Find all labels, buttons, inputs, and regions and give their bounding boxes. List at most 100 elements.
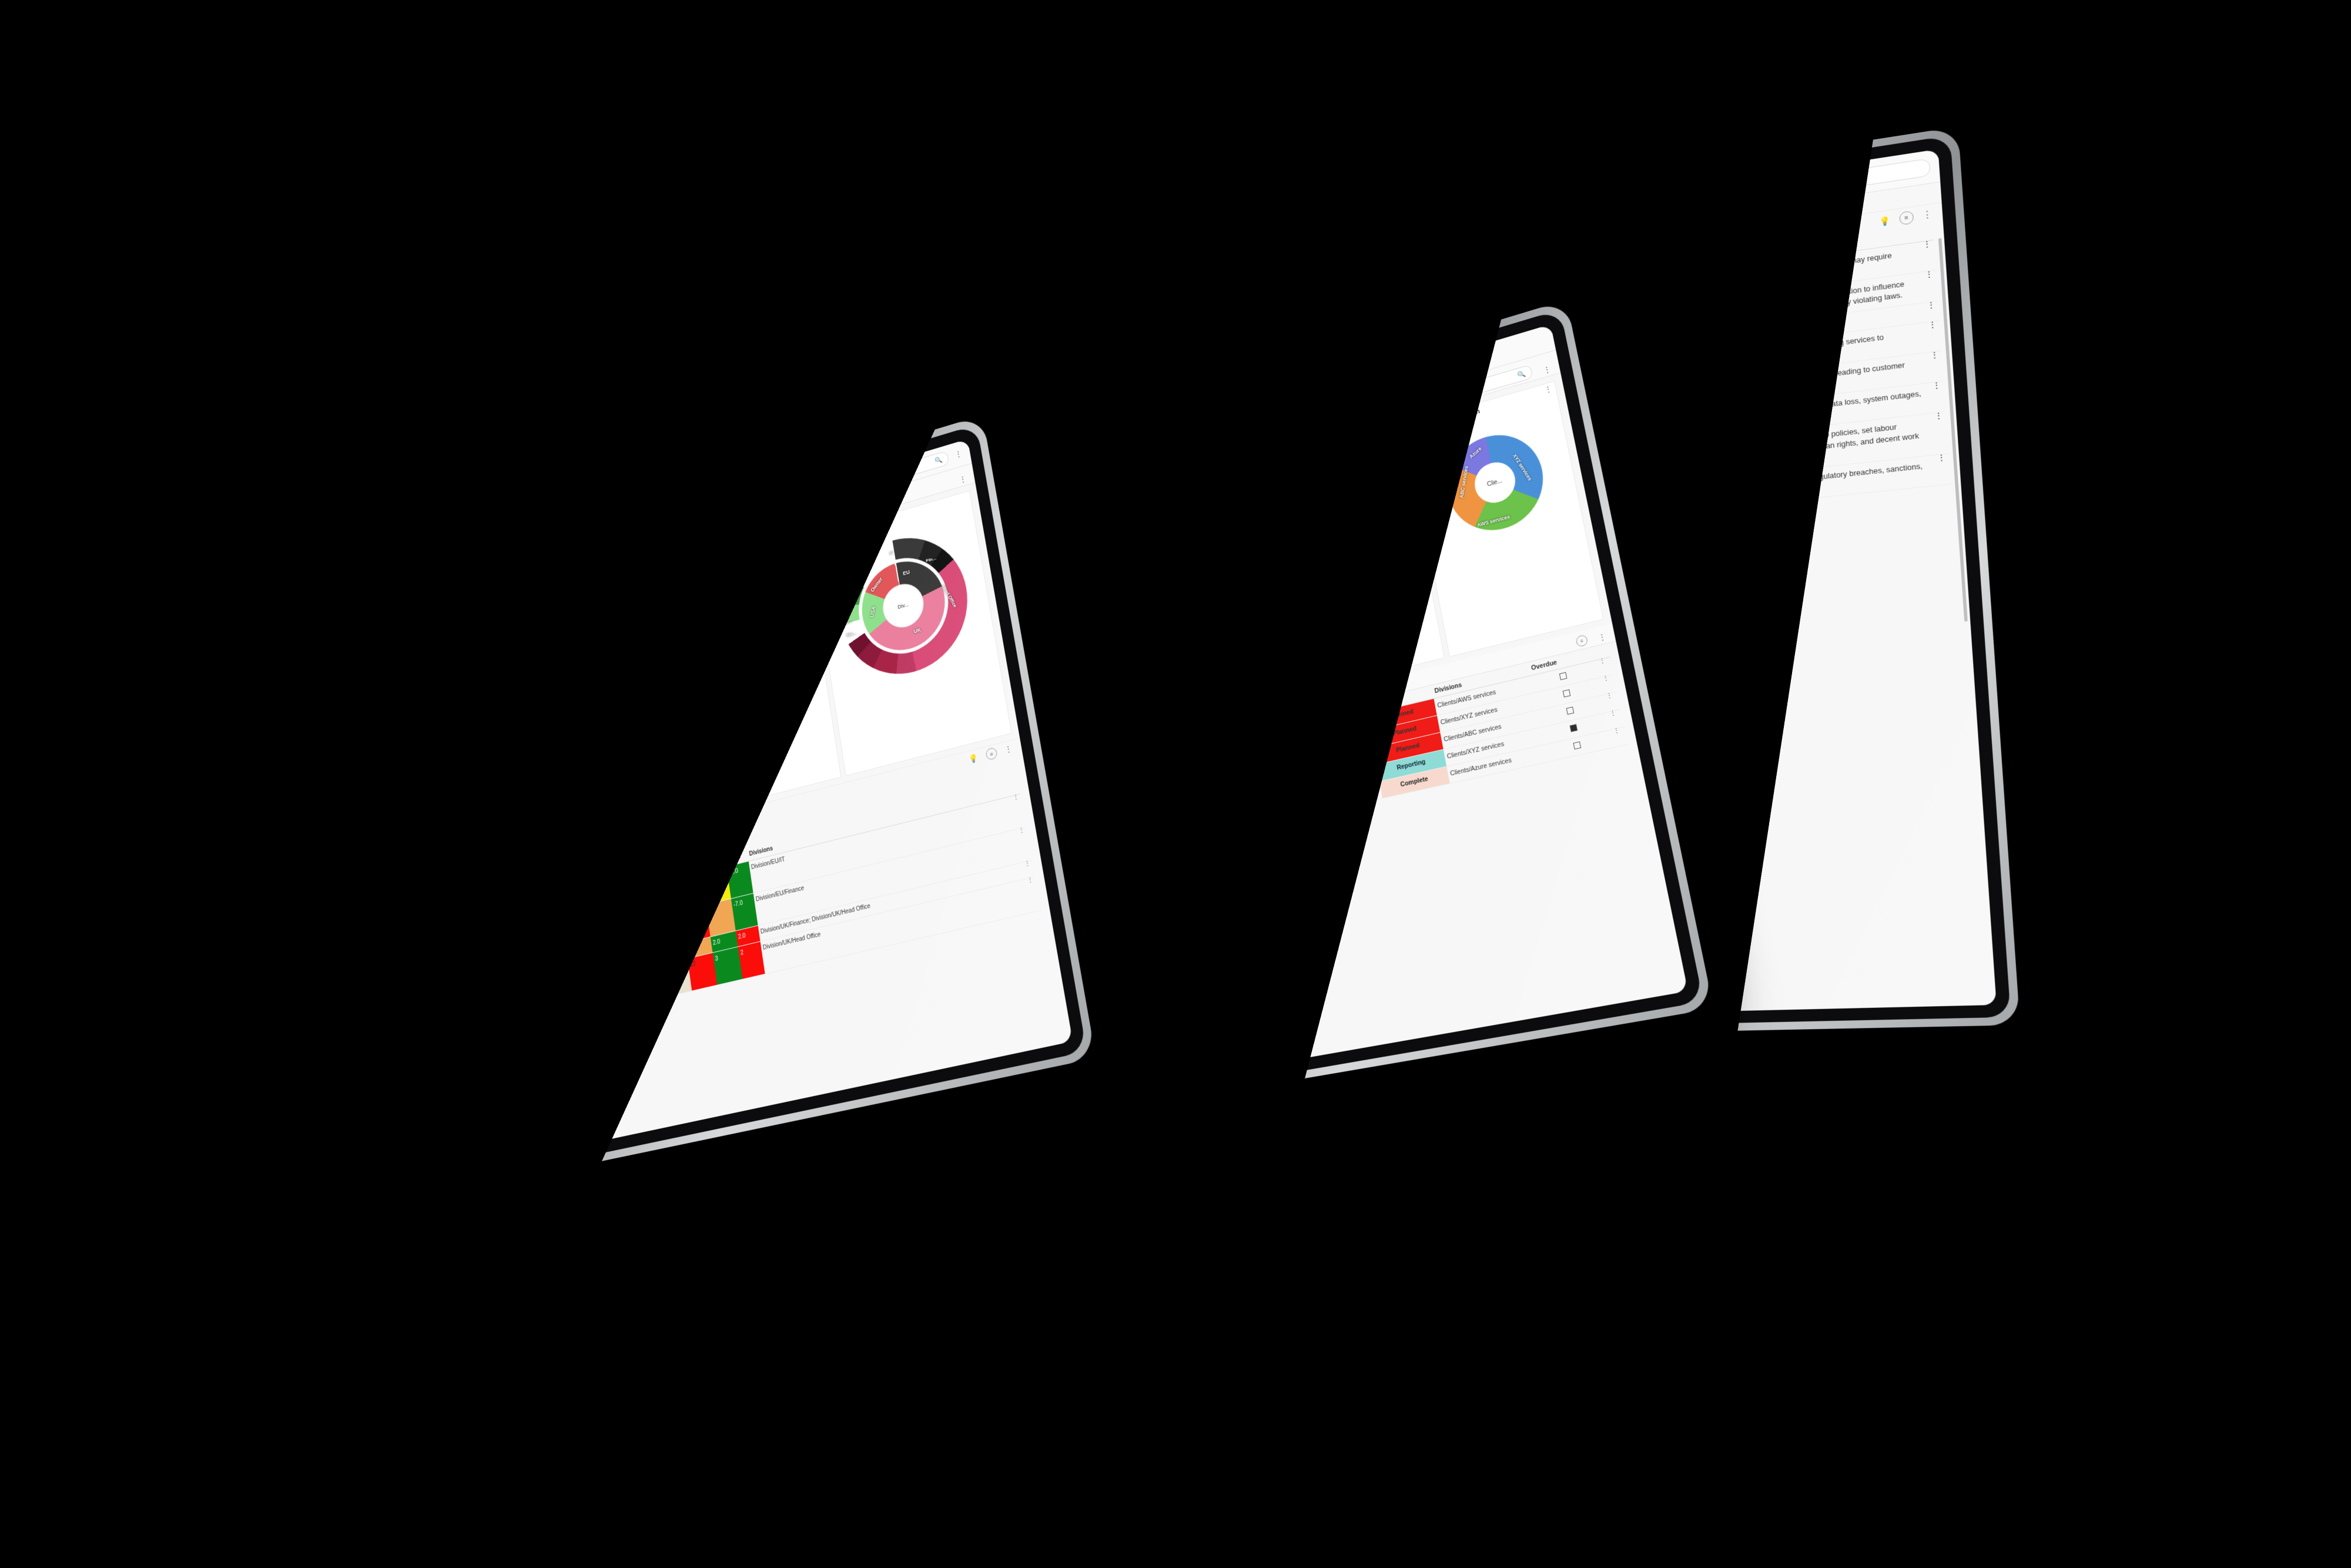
row-more-icon[interactable]: ⋮: [1931, 411, 1948, 455]
row-more-icon[interactable]: ⋮: [1934, 452, 1951, 486]
inherent-point[interactable]: 15: [438, 691, 446, 699]
sunburst-label-uk: UK: [913, 626, 922, 635]
col-divisions[interactable]: Divisions: [746, 776, 1011, 862]
more-icon[interactable]: ⋮: [1598, 632, 1607, 645]
overdue-checkbox[interactable]: [1573, 741, 1582, 750]
inherent-point[interactable]: 27: [384, 723, 391, 732]
risk-owner-pie[interactable]: [491, 629, 615, 780]
cell-residual: 4.0: [701, 866, 731, 905]
row-more-icon[interactable]: ⋮: [1600, 692, 1621, 713]
bell-icon[interactable]: 🔔: [1363, 414, 1374, 428]
mail-icon[interactable]: ✉: [1382, 411, 1390, 424]
bar[interactable]: [685, 615, 695, 628]
inherent-point[interactable]: 33: [395, 735, 401, 743]
residual-point[interactable]: 30: [423, 741, 430, 751]
add-button[interactable]: +: [810, 487, 825, 505]
search-input[interactable]: Search... 🔍: [1421, 364, 1533, 410]
overdue-checkbox-checked[interactable]: [1569, 723, 1578, 732]
inherent-point[interactable]: 26: [413, 707, 420, 716]
highlight-icon[interactable]: 💡: [969, 752, 979, 764]
row-more-icon[interactable]: ⋮: [1607, 726, 1628, 748]
inherent-point[interactable]: 29: [410, 671, 418, 679]
overdue-checkbox[interactable]: [1562, 689, 1571, 698]
row-more-icon[interactable]: ⋮: [1924, 300, 1940, 322]
overdue-checkbox[interactable]: [1559, 672, 1568, 681]
residual-point[interactable]: 17: [386, 736, 393, 745]
search-icon[interactable]: 🔍: [1517, 369, 1526, 379]
inherent-point[interactable]: 34: [432, 686, 439, 695]
residual-point[interactable]: 14: [403, 707, 411, 716]
divisions-sunburst[interactable]: Div... EU UK USA Owner IT Head Office Fi…: [830, 522, 978, 689]
inherent-point[interactable]: 23: [393, 711, 400, 719]
row-more-icon[interactable]: ⋮: [1593, 656, 1614, 678]
overdue-checkbox[interactable]: [1566, 706, 1575, 715]
inherent-point[interactable]: 35: [444, 695, 451, 704]
search-input[interactable]: Search... 🔍: [829, 450, 950, 500]
inherent-point[interactable]: 21: [352, 693, 359, 702]
residual-point[interactable]: 43: [398, 743, 406, 753]
inherent-point[interactable]: 11: [423, 720, 430, 729]
hamburger-icon[interactable]: [1461, 230, 1474, 242]
col-inherent[interactable]: Inherent: [674, 854, 702, 879]
row-more-icon[interactable]: ⋮: [1597, 674, 1617, 696]
mail-icon[interactable]: ✉: [799, 496, 806, 505]
row-more-icon[interactable]: ⋮: [1925, 319, 1942, 353]
bell-icon[interactable]: 🔔: [1593, 210, 1606, 223]
row-more-icon[interactable]: ⋮: [1025, 876, 1040, 913]
tablet-left-screen-frame: REGISTER RISKS ⟳ 🔔 ✉ + Search... 🔍 ⋮ Ris…: [299, 424, 1087, 1204]
search-icon[interactable]: 🔍: [935, 455, 943, 465]
row-more-icon[interactable]: ⋮: [1920, 239, 1936, 273]
scrollbar-vertical[interactable]: [1938, 237, 1968, 622]
card-more-icon[interactable]: ⋮: [1390, 428, 1398, 438]
row-more-icon[interactable]: ⋮: [1016, 826, 1032, 863]
col-overdue[interactable]: Overdue: [1528, 647, 1594, 676]
more-icon[interactable]: ⋮: [954, 448, 963, 459]
highlight-icon[interactable]: 💡: [1879, 215, 1891, 227]
residual-point[interactable]: 3: [386, 776, 393, 785]
inherent-point[interactable]: 18: [422, 704, 429, 713]
mail-icon[interactable]: ✉: [1613, 208, 1620, 219]
add-button[interactable]: +: [1633, 200, 1652, 220]
col-stage[interactable]: Stage: [1364, 685, 1434, 715]
col-residual[interactable]: Residual: [698, 847, 727, 873]
inherent-point[interactable]: 9: [441, 675, 448, 684]
row-more-icon[interactable]: ⋮: [1927, 350, 1944, 383]
row-more-icon[interactable]: ⋮: [1010, 793, 1026, 830]
inherent-point[interactable]: 16: [411, 694, 418, 703]
filter-icon[interactable]: ≡: [1575, 634, 1589, 648]
col-dfa[interactable]: D.F.A: [724, 842, 749, 867]
add-button[interactable]: +: [1397, 399, 1414, 417]
inherent-point[interactable]: 8: [375, 685, 383, 693]
bell-icon[interactable]: 🔔: [785, 499, 795, 510]
refresh-icon[interactable]: ⟳: [1577, 213, 1586, 225]
more-icon[interactable]: ⋮: [1922, 209, 1933, 220]
more-icon[interactable]: ⋮: [1004, 743, 1013, 754]
refresh-icon[interactable]: ⟳: [1347, 419, 1355, 434]
residual-point[interactable]: 13: [415, 716, 423, 725]
card-more-icon[interactable]: ⋮: [1244, 470, 1252, 480]
residual-point[interactable]: 19: [407, 746, 414, 756]
inherent-point[interactable]: 17: [394, 677, 401, 686]
row-more-icon[interactable]: ⋮: [1921, 269, 1938, 303]
col-divisions[interactable]: Divisions: [1431, 662, 1531, 699]
inherent-point[interactable]: 20: [420, 690, 427, 699]
hamburger-icon[interactable]: [317, 638, 327, 651]
more-icon[interactable]: ⋮: [959, 474, 967, 487]
card-more-icon[interactable]: ⋮: [795, 542, 802, 551]
filter-icon[interactable]: ≡: [1899, 210, 1914, 226]
card-more-icon[interactable]: ⋮: [1107, 510, 1114, 520]
row-more-icon[interactable]: ⋮: [1022, 860, 1034, 879]
more-icon[interactable]: ⋮: [1542, 364, 1552, 377]
residual-point[interactable]: 10: [389, 758, 396, 768]
row-more-icon[interactable]: ⋮: [1604, 709, 1625, 731]
filter-icon[interactable]: ≡: [985, 746, 998, 761]
inherent-point[interactable]: 6: [418, 674, 425, 683]
inherent-point[interactable]: 5: [416, 699, 423, 708]
row-more-icon[interactable]: ⋮: [1929, 380, 1946, 414]
residual-point[interactable]: 24: [425, 762, 433, 772]
col-score-set[interactable]: Score Set: [647, 860, 677, 886]
residual-point[interactable]: 18: [377, 707, 384, 716]
card-more-icon[interactable]: ⋮: [1544, 384, 1553, 394]
search-input[interactable]: Search...: [1659, 158, 1931, 216]
refresh-icon[interactable]: ⟳: [772, 503, 780, 514]
